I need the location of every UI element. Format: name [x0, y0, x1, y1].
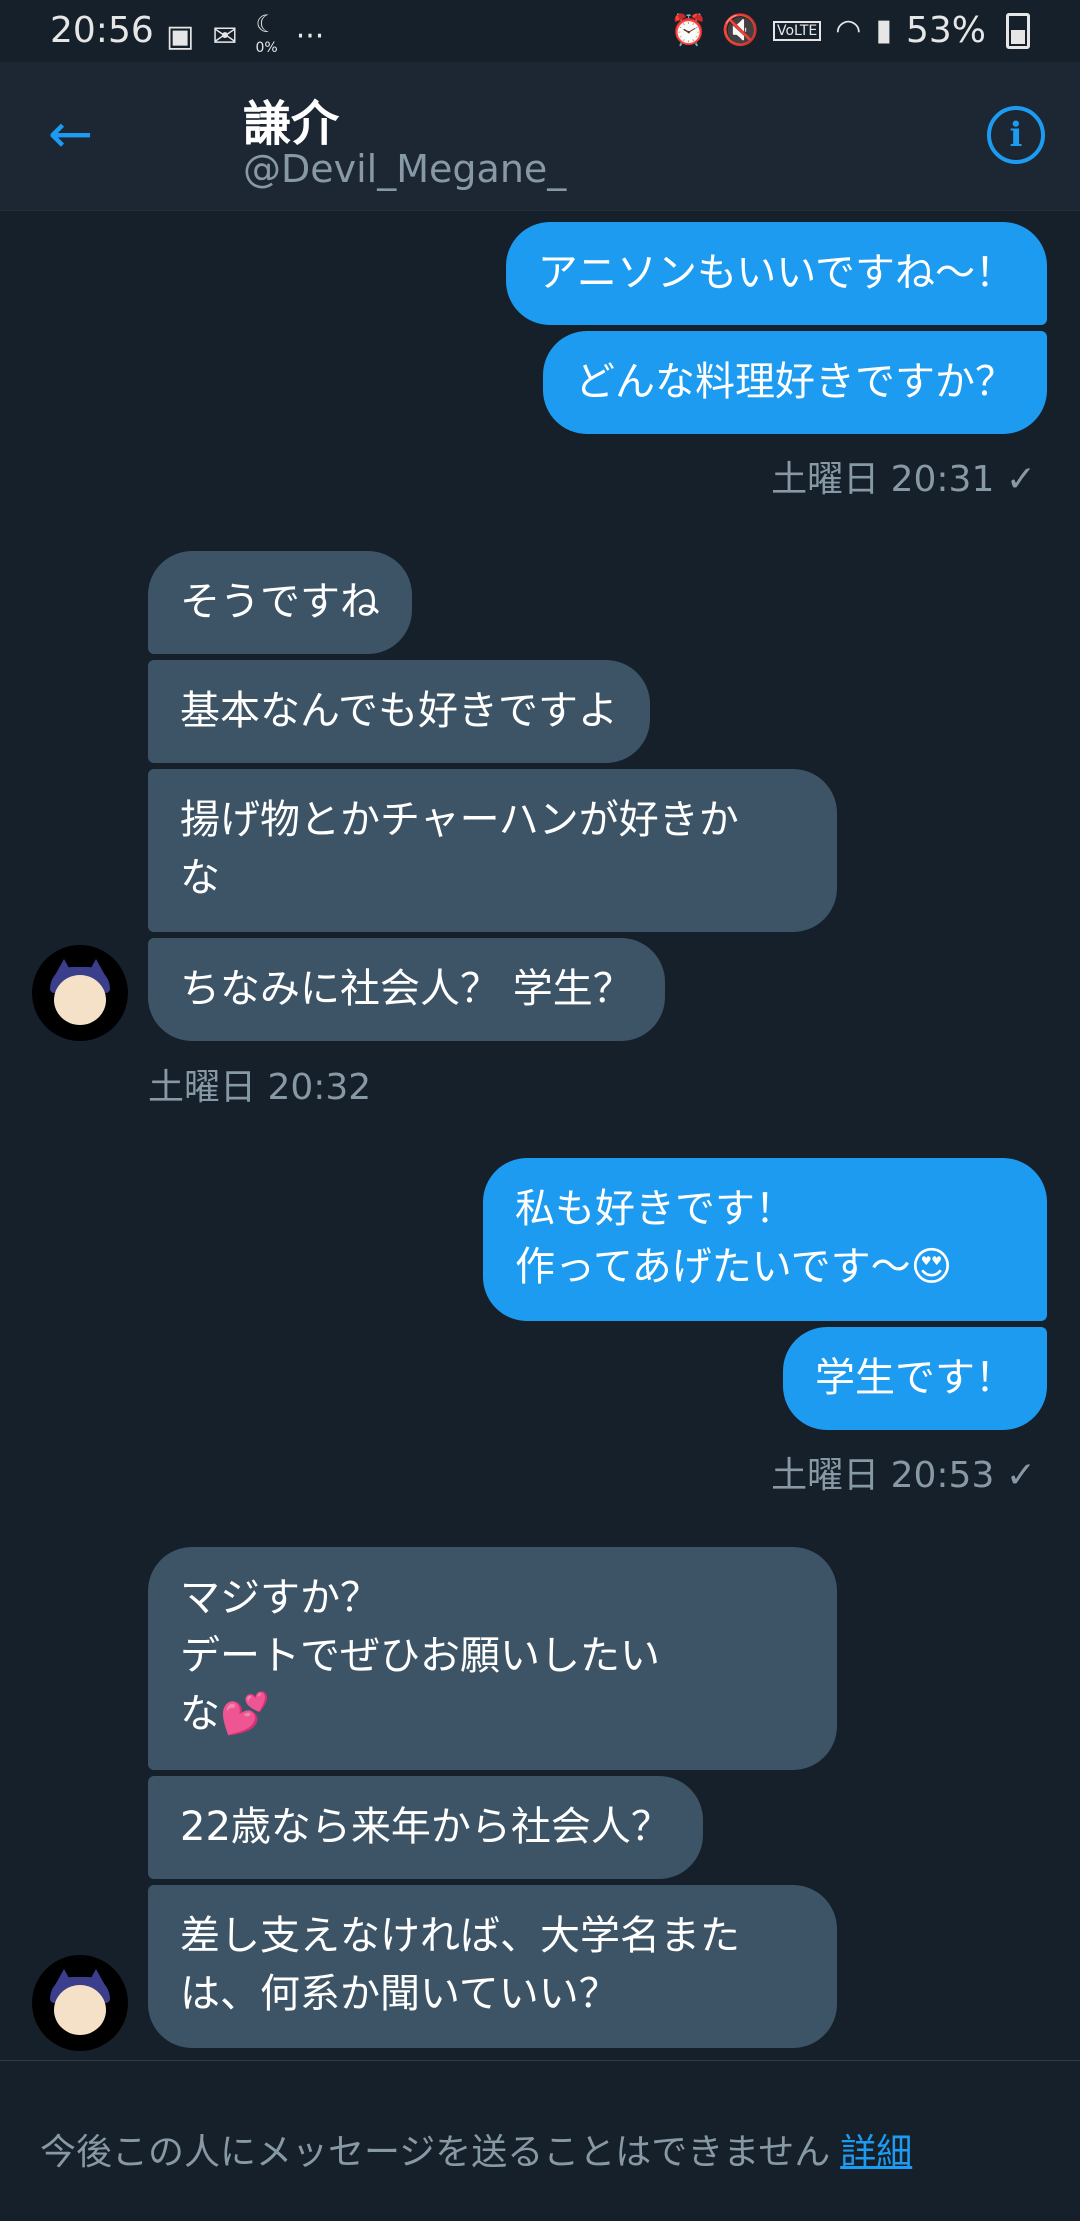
mute-icon: 🔇 [721, 13, 759, 48]
conversation-header: ← 謙介 @Devil_Megane_ i [0, 62, 1080, 211]
message-bubble-incoming[interactable]: 差し支えなければ、大学名また は、何系か聞いていい？ [148, 1885, 837, 2048]
info-icon[interactable]: i [987, 106, 1045, 164]
cannot-message-notice: 今後この人にメッセージを送ることはできません 詳細 [40, 2123, 912, 2175]
contact-name: 謙介 [243, 96, 340, 152]
alarm-icon: ⏰ [670, 13, 708, 48]
timestamp: 土曜日 20:53 ✓ [771, 1455, 1036, 1496]
battery-icon [1006, 12, 1030, 49]
status-bar: 20:56 ▣ ✉ ☾ 0% ··· ⏰ 🔇 VoLTE ◠ ▮ 53% [0, 0, 1080, 62]
message-bubble-outgoing[interactable]: 学生です！ [783, 1327, 1047, 1430]
timestamp: 土曜日 20:31 ✓ [771, 459, 1036, 500]
signal-icon: ▮ [875, 13, 892, 48]
message-bubble-incoming[interactable]: ちなみに社会人？ 学生？ [148, 938, 665, 1041]
image-icon: ▣ [166, 18, 195, 54]
back-arrow-icon[interactable]: ← [48, 106, 104, 162]
message-bubble-incoming[interactable]: 基本なんでも好きですよ [148, 660, 650, 763]
volte-icon: VoLTE [772, 20, 822, 41]
mail-icon: ✉ [212, 18, 238, 54]
more-icon: ··· [295, 18, 325, 54]
read-check-icon: ✓ [1005, 459, 1036, 500]
details-link[interactable]: 詳細 [840, 2132, 912, 2173]
moon-icon: ☾ 0% [255, 10, 278, 56]
contact-avatar[interactable] [32, 1955, 128, 2051]
status-time: 20:56 [50, 10, 154, 51]
timestamp: 土曜日 20:32 [148, 1067, 372, 1108]
message-bubble-incoming[interactable]: 揚げ物とかチャーハンが好きか な [148, 769, 837, 932]
notice-text: 今後この人にメッセージを送ることはできません [40, 2132, 831, 2173]
message-bubble-incoming[interactable]: 22歳なら来年から社会人？ [148, 1776, 703, 1879]
moon-percent: 0% [255, 40, 278, 56]
conversation-footer: 今後この人にメッセージを送ることはできません 詳細 [0, 2060, 1080, 2221]
message-bubble-outgoing[interactable]: アニソンもいいですね〜！ [505, 222, 1047, 325]
contact-handle: @Devil_Megane_ [243, 147, 567, 191]
wifi-icon: ◠ [835, 13, 862, 48]
battery-percent: 53% [905, 10, 986, 51]
message-bubble-incoming[interactable]: そうですね [148, 551, 412, 654]
message-bubble-outgoing[interactable]: 私も好きです！ 作ってあげたいです〜😍 [483, 1158, 1047, 1321]
message-bubble-outgoing[interactable]: どんな料理好きですか？ [543, 331, 1047, 434]
message-bubble-incoming[interactable]: マジすか？ デートでぜひお願いしたい な💕 [148, 1547, 837, 1770]
read-check-icon: ✓ [1005, 1455, 1036, 1496]
contact-avatar[interactable] [32, 945, 128, 1041]
